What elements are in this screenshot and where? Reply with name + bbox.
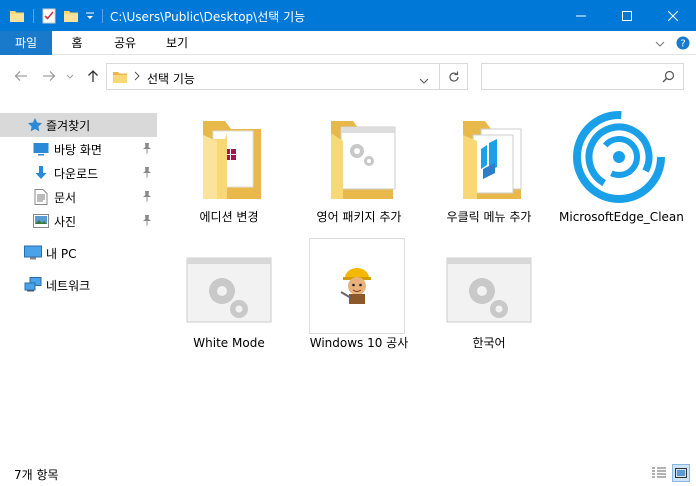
item-name: 한국어 — [472, 336, 506, 350]
network-icon — [24, 276, 42, 294]
title-bar: C:\Users\Public\Desktop\선택 기능 — [0, 0, 696, 31]
navigation-pane: 즐겨찾기 바탕 화면 다운로드 문서 사진 내 PC 네트워크 — [0, 97, 158, 460]
file-view: 에디션 변경 영어 패키지 추가 우클릭 메뉴 추가 MicrosoftEdge… — [158, 97, 696, 460]
list-item[interactable]: 한국어 — [434, 239, 544, 369]
properties-icon[interactable] — [40, 0, 58, 31]
item-name: 영어 패키지 추가 — [316, 210, 402, 224]
tab-home[interactable]: 홈 — [62, 31, 92, 55]
folder-icon — [8, 0, 26, 31]
window-title: C:\Users\Public\Desktop\선택 기능 — [110, 10, 306, 24]
status-bar: 7개 항목 — [0, 460, 696, 486]
tab-share[interactable]: 공유 — [108, 31, 142, 55]
sidebar-item-quick-access[interactable]: 즐겨찾기 — [0, 113, 157, 137]
svg-text:?: ? — [680, 39, 685, 50]
tab-file[interactable]: 파일 — [0, 31, 52, 55]
customize-toolbar-icon[interactable] — [83, 0, 97, 31]
separator — [32, 0, 34, 31]
list-item[interactable]: 영어 패키지 추가 — [304, 105, 414, 235]
ribbon-tabs: 파일 홈 공유 보기 ? — [0, 31, 696, 55]
list-item[interactable]: Windows 10 공사 — [304, 238, 414, 369]
pictures-icon — [32, 212, 50, 230]
recent-locations-icon[interactable] — [64, 67, 76, 85]
sidebar-item-label: 바탕 화면 — [54, 143, 102, 157]
star-icon — [26, 116, 44, 134]
item-name: Windows 10 공사 — [309, 336, 409, 350]
expand-ribbon-icon[interactable] — [652, 31, 668, 55]
sidebar-item-network[interactable]: 네트워크 — [0, 273, 157, 297]
pin-icon — [142, 166, 154, 180]
list-item[interactable]: White Mode — [174, 239, 284, 369]
navigation-bar: 선택 기능 — [0, 55, 696, 97]
folder-icon — [112, 69, 128, 88]
maximize-button[interactable] — [604, 0, 650, 31]
address-bar[interactable]: 선택 기능 — [106, 63, 440, 90]
pin-icon — [142, 190, 154, 204]
back-arrow-icon[interactable] — [12, 67, 30, 85]
item-name: 우클릭 메뉴 추가 — [446, 210, 532, 224]
sidebar-item-label: 내 PC — [46, 247, 77, 261]
close-button[interactable] — [650, 0, 696, 31]
tab-view[interactable]: 보기 — [160, 31, 194, 55]
item-count: 7개 항목 — [14, 468, 59, 482]
desktop-icon — [32, 140, 50, 158]
settings-file-icon — [174, 239, 284, 343]
sidebar-item-downloads[interactable]: 다운로드 — [0, 161, 157, 185]
edge-clean-icon — [564, 105, 674, 209]
worker-icon — [309, 238, 405, 334]
folder-icon — [434, 105, 544, 209]
sidebar-item-documents[interactable]: 문서 — [0, 185, 157, 209]
up-arrow-icon[interactable] — [84, 67, 102, 85]
pin-icon — [142, 142, 154, 156]
search-input[interactable] — [481, 63, 684, 90]
help-icon[interactable]: ? — [674, 31, 692, 55]
forward-arrow-icon[interactable] — [40, 67, 58, 85]
document-icon — [32, 188, 50, 206]
sidebar-item-this-pc[interactable]: 내 PC — [0, 241, 157, 265]
download-icon — [32, 164, 50, 182]
minimize-button[interactable] — [558, 0, 604, 31]
sidebar-item-desktop[interactable]: 바탕 화면 — [0, 137, 157, 161]
computer-icon — [24, 244, 42, 262]
item-name: MicrosoftEdge_Clean — [559, 210, 684, 224]
settings-file-icon — [434, 239, 544, 343]
item-name: 에디션 변경 — [199, 210, 259, 224]
address-dropdown-icon[interactable] — [419, 73, 429, 87]
folder-icon — [304, 105, 414, 209]
sidebar-item-pictures[interactable]: 사진 — [0, 209, 157, 233]
sidebar-item-label: 문서 — [54, 191, 77, 205]
separator — [101, 0, 103, 31]
list-item[interactable]: 우클릭 메뉴 추가 — [434, 105, 544, 235]
sidebar-item-label: 네트워크 — [46, 279, 91, 293]
breadcrumb[interactable]: 선택 기능 — [147, 70, 195, 87]
sidebar-item-label: 즐겨찾기 — [46, 119, 91, 133]
list-item[interactable]: 에디션 변경 — [174, 105, 284, 235]
large-icons-view-icon[interactable] — [672, 464, 690, 482]
folder-icon — [174, 105, 284, 209]
item-name: White Mode — [193, 336, 265, 350]
list-item[interactable]: MicrosoftEdge_Clean — [559, 105, 684, 235]
search-icon[interactable] — [662, 70, 675, 86]
details-view-icon[interactable] — [650, 464, 668, 482]
refresh-button[interactable] — [440, 63, 468, 90]
sidebar-item-label: 사진 — [54, 215, 77, 229]
pin-icon — [142, 214, 154, 228]
new-folder-icon[interactable] — [62, 0, 80, 31]
sidebar-item-label: 다운로드 — [54, 167, 99, 181]
breadcrumb-chevron-icon[interactable] — [133, 70, 141, 85]
